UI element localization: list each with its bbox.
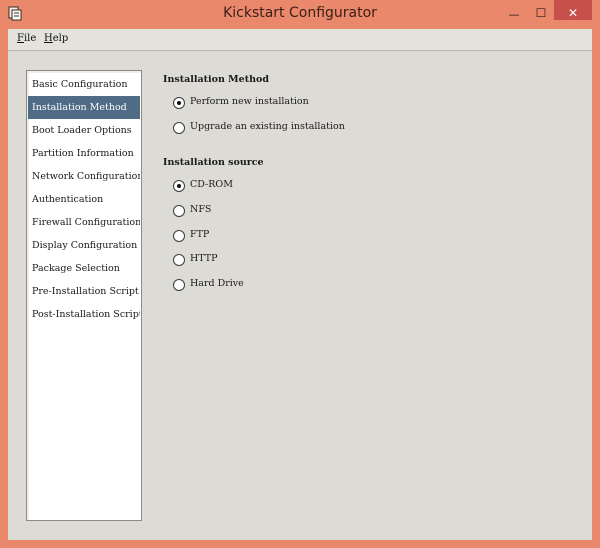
sidebar-item-firewall-configuration[interactable]: Firewall Configuration — [28, 211, 140, 234]
sidebar-item-basic-configuration[interactable]: Basic Configuration — [28, 73, 140, 96]
radio-button[interactable] — [173, 230, 185, 242]
sidebar-item-authentication[interactable]: Authentication — [28, 188, 140, 211]
radio-button[interactable] — [173, 254, 185, 266]
radio-label: Upgrade an existing installation — [190, 121, 345, 132]
sidebar-item-display-configuration[interactable]: Display Configuration — [28, 234, 140, 257]
radio-selected-dot — [177, 101, 181, 105]
radio-label: FTP — [190, 229, 210, 240]
menu-bar: File Help — [8, 29, 592, 51]
radio-button[interactable] — [173, 205, 185, 217]
menu-file-mnemonic: F — [17, 33, 24, 44]
menu-help[interactable]: Help — [44, 33, 68, 44]
maximize-button[interactable]: ☐ — [528, 0, 554, 20]
sidebar-item-pre-installation-script[interactable]: Pre-Installation Script — [28, 280, 140, 303]
installation-method-heading: Installation Method — [163, 74, 269, 85]
radio-label: NFS — [190, 204, 212, 215]
menu-help-mnemonic: H — [44, 33, 53, 44]
title-bar[interactable]: Kickstart Configurator — ☐ ✕ — [0, 0, 600, 28]
close-button[interactable]: ✕ — [554, 0, 592, 20]
sidebar-item-installation-method[interactable]: Installation Method — [28, 96, 140, 119]
maximize-icon: ☐ — [535, 6, 547, 20]
minimize-icon: — — [508, 8, 520, 21]
radio-label: Hard Drive — [190, 278, 244, 289]
menu-file[interactable]: File — [17, 33, 36, 44]
radio-label: HTTP — [190, 253, 218, 264]
minimize-button[interactable]: — — [500, 0, 528, 21]
radio-selected-dot — [177, 184, 181, 188]
sidebar-item-partition-information[interactable]: Partition Information — [28, 142, 140, 165]
sidebar-item-post-installation-script[interactable]: Post-Installation Script — [28, 303, 140, 326]
menu-help-label: elp — [52, 33, 69, 44]
radio-button[interactable] — [173, 180, 185, 192]
sidebar-item-package-selection[interactable]: Package Selection — [28, 257, 140, 280]
app-window: Kickstart Configurator — ☐ ✕ File Help B… — [0, 0, 600, 548]
radio-label: CD-ROM — [190, 179, 233, 190]
sidebar-item-network-configuration[interactable]: Network Configuration — [28, 165, 140, 188]
radio-button[interactable] — [173, 122, 185, 134]
radio-label: Perform new installation — [190, 96, 309, 107]
sidebar-list: Basic Configuration Installation Method … — [26, 70, 142, 521]
client-area: Basic Configuration Installation Method … — [8, 51, 592, 540]
close-icon: ✕ — [567, 6, 579, 20]
radio-button[interactable] — [173, 97, 185, 109]
radio-button[interactable] — [173, 279, 185, 291]
sidebar-item-boot-loader-options[interactable]: Boot Loader Options — [28, 119, 140, 142]
menu-file-label: ile — [23, 33, 37, 44]
installation-source-heading: Installation source — [163, 157, 264, 168]
